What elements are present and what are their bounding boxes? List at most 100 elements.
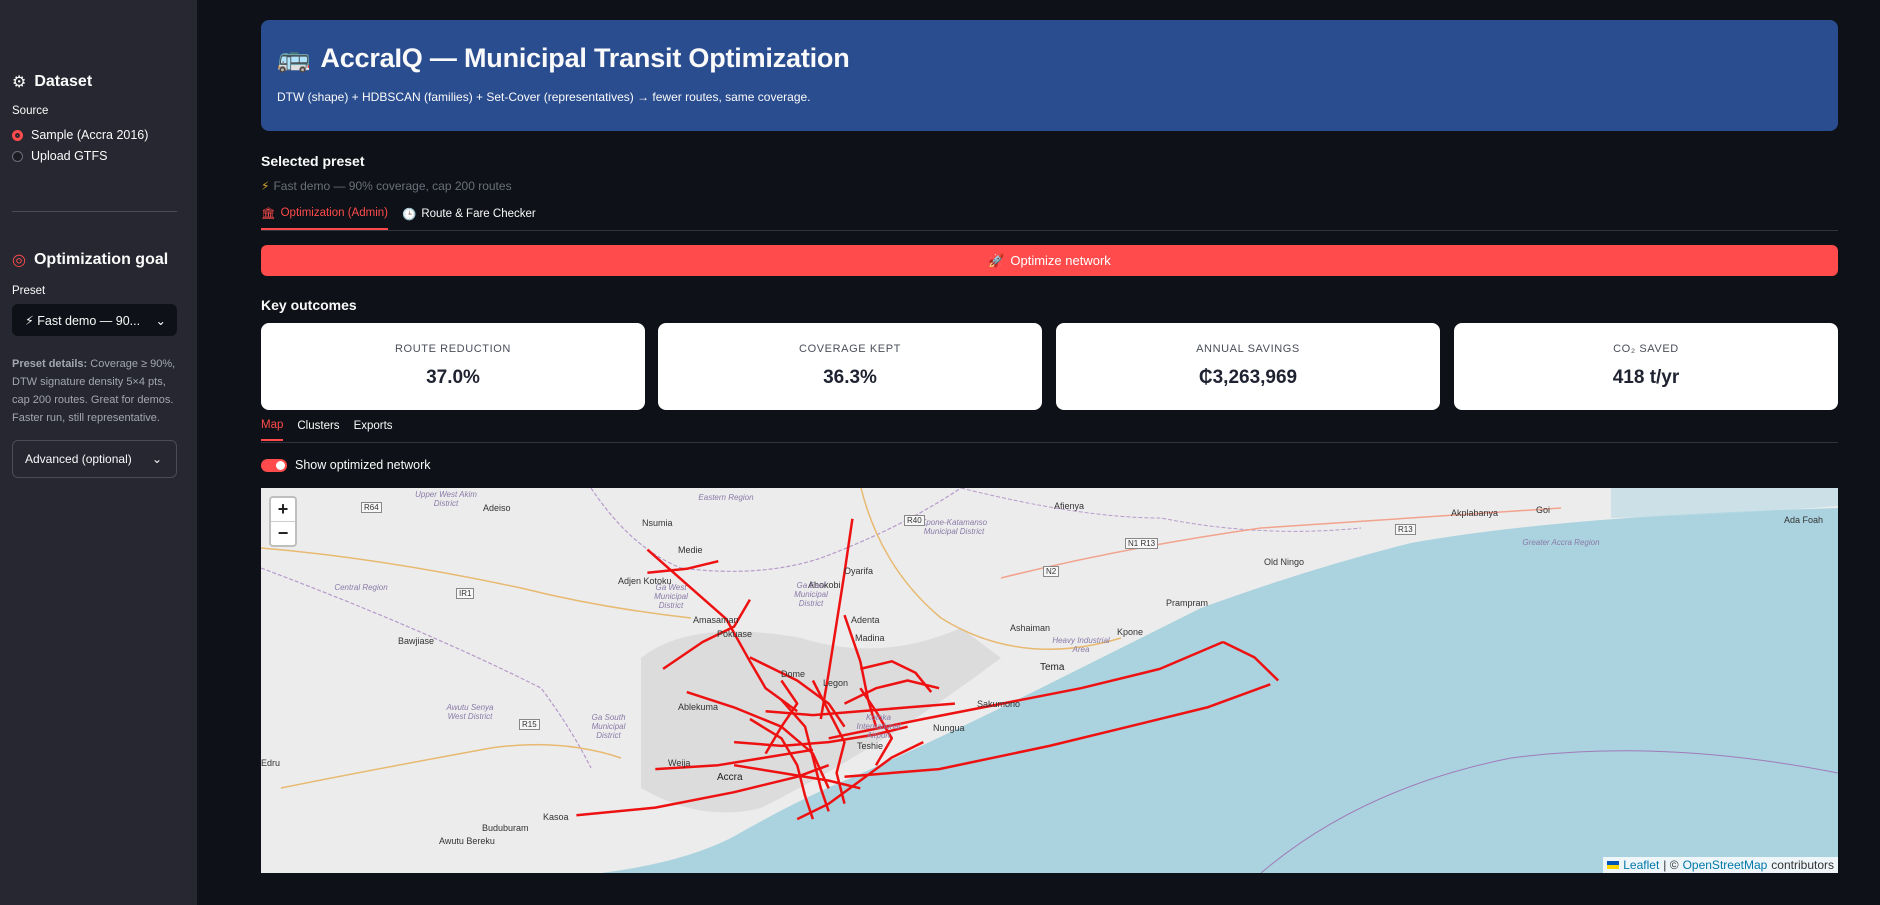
metric-label: ANNUAL SAVINGS xyxy=(1196,343,1300,355)
metric-value: 418 t/yr xyxy=(1612,367,1680,388)
district-label: Awutu Senya West District xyxy=(446,703,494,721)
place-label: Nungua xyxy=(933,723,965,733)
metric-label: ROUTE REDUCTION xyxy=(395,343,511,355)
target-icon: ◎ xyxy=(12,252,26,269)
metric-value: ₵3,263,969 xyxy=(1198,367,1298,388)
place-label: Pokuase xyxy=(717,629,753,639)
place-label: Nsumia xyxy=(642,518,673,528)
radio-unselected-icon[interactable] xyxy=(12,150,23,162)
ukraine-flag-icon xyxy=(1607,861,1620,869)
metric-label: CO₂ SAVED xyxy=(1613,343,1679,355)
place-label: Old Ningo xyxy=(1264,557,1305,567)
advanced-expander[interactable]: Advanced (optional) ⌄ xyxy=(12,440,177,478)
district-label: Ga East Municipal District xyxy=(794,581,828,608)
place-label: Teshie xyxy=(857,741,884,751)
header-banner: 🚌 AccraIQ — Municipal Transit Optimizati… xyxy=(261,20,1838,131)
metric-value: 37.0% xyxy=(426,367,480,388)
place-label: Kasoa xyxy=(543,812,569,822)
district-label: Ga South Municipal District xyxy=(591,713,626,740)
lightning-icon: ⚡ xyxy=(261,179,270,193)
goal-heading: ◎ Optimization goal xyxy=(12,251,169,269)
leaflet-link[interactable]: Leaflet xyxy=(1623,858,1659,872)
place-label: Ablekuma xyxy=(678,702,719,712)
zoom-out-button[interactable]: − xyxy=(271,521,295,545)
metric-label: COVERAGE KEPT xyxy=(799,343,901,355)
district-label: Kpone-Katamanso Municipal District xyxy=(920,518,988,536)
district-label: Kotoka International Airport xyxy=(856,713,901,740)
route-map[interactable]: Adeiso Nsumia Medie Adjen Kotoku Amasama… xyxy=(261,488,1838,873)
page-title: 🚌 AccraIQ — Municipal Transit Optimizati… xyxy=(277,42,850,74)
place-label: Afienya xyxy=(1054,501,1085,511)
place-label: Akplabanya xyxy=(1451,508,1499,518)
preset-details: Preset details: Coverage ≥ 90%, DTW sign… xyxy=(12,358,176,424)
road-shield: R40 xyxy=(904,515,925,526)
map-attribution: Leaflet | © OpenStreetMap contributors xyxy=(1603,857,1838,873)
place-label: Tema xyxy=(1040,662,1065,673)
tab-map[interactable]: Map xyxy=(261,419,284,441)
selected-preset-caption: ⚡ Fast demo — 90% coverage, cap 200 rout… xyxy=(261,179,512,193)
show-optimized-toggle-row[interactable]: Show optimized network xyxy=(261,458,430,472)
osm-link[interactable]: OpenStreetMap xyxy=(1683,858,1768,872)
place-label: Madina xyxy=(855,633,885,643)
page-subtitle: DTW (shape) + HDBSCAN (families) + Set-C… xyxy=(277,90,811,104)
place-label: Kpone xyxy=(1117,627,1144,637)
preset-select[interactable]: ⚡ Fast demo — 90... ⌄ xyxy=(12,304,177,336)
result-tab-divider xyxy=(261,442,1838,443)
place-label: Sakumono xyxy=(977,699,1021,709)
clock-icon: 🕒 xyxy=(401,209,417,221)
metric-card-annual-savings: ANNUAL SAVINGS ₵3,263,969 xyxy=(1056,323,1440,410)
place-label: Weija xyxy=(668,758,691,768)
tab-route-fare-checker[interactable]: 🕒 Route & Fare Checker xyxy=(402,206,536,230)
radio-selected-icon[interactable] xyxy=(12,129,23,141)
place-label: Awutu Bereku xyxy=(439,836,495,846)
source-option-sample[interactable]: Sample (Accra 2016) xyxy=(12,128,148,142)
place-label: Amasaman xyxy=(693,615,739,625)
rocket-icon: 🚀 xyxy=(988,252,1005,268)
source-option-upload[interactable]: Upload GTFS xyxy=(12,149,107,163)
district-label: Upper West Akim District xyxy=(415,490,477,508)
metric-value: 36.3% xyxy=(823,367,877,388)
source-label: Source xyxy=(12,105,49,117)
place-label: Medie xyxy=(678,545,703,555)
route-line-adjen[interactable] xyxy=(647,559,719,574)
place-label: Adeiso xyxy=(483,503,511,513)
place-label: Adenta xyxy=(851,615,880,625)
district-label: Heavy Industrial Area xyxy=(1052,636,1110,654)
tab-exports[interactable]: Exports xyxy=(354,419,393,441)
map-zoom-control: + − xyxy=(269,496,297,547)
road-shield: R64 xyxy=(361,502,382,513)
sidebar: ⚙ Dataset Source Sample (Accra 2016) Upl… xyxy=(0,0,197,905)
dataset-heading: ⚙ Dataset xyxy=(12,73,93,91)
preset-label: Preset xyxy=(12,285,46,297)
result-tabs: Map Clusters Exports xyxy=(261,419,393,441)
place-label: Ada Foah xyxy=(1784,515,1824,525)
place-label: Bawjiase xyxy=(398,636,435,646)
place-label: Ashaiman xyxy=(1010,623,1051,633)
road-shield: N2 xyxy=(1043,566,1060,577)
chevron-down-icon: ⌄ xyxy=(155,313,166,328)
place-label: Oyarifa xyxy=(844,566,874,576)
sidebar-divider xyxy=(12,211,177,212)
chevron-down-icon: ⌄ xyxy=(151,452,162,466)
place-label: Edru xyxy=(261,758,281,768)
place-label: Dome xyxy=(781,669,806,679)
show-optimized-toggle[interactable] xyxy=(261,458,287,472)
road-shield: IR1 xyxy=(456,588,475,599)
bus-icon: 🚌 xyxy=(277,43,311,73)
building-icon: 🏛 xyxy=(261,208,276,220)
zoom-in-button[interactable]: + xyxy=(271,498,295,521)
place-label: Accra xyxy=(717,772,743,783)
gear-icon: ⚙ xyxy=(12,74,27,91)
place-label: Goi xyxy=(1536,505,1551,515)
optimize-network-button[interactable]: 🚀 Optimize network xyxy=(261,245,1838,276)
selected-preset-heading: Selected preset xyxy=(261,153,365,169)
district-label: Eastern Region xyxy=(698,493,754,502)
place-label: Buduburam xyxy=(482,823,529,833)
district-label: Ga West Municipal District xyxy=(654,583,688,610)
key-outcomes-heading: Key outcomes xyxy=(261,297,357,313)
tab-optimization-admin[interactable]: 🏛 Optimization (Admin) xyxy=(261,206,388,230)
road-shield: R13 xyxy=(1395,524,1416,535)
place-label: Legon xyxy=(823,678,849,688)
tab-clusters[interactable]: Clusters xyxy=(297,419,339,441)
district-label: Central Region xyxy=(334,583,388,592)
